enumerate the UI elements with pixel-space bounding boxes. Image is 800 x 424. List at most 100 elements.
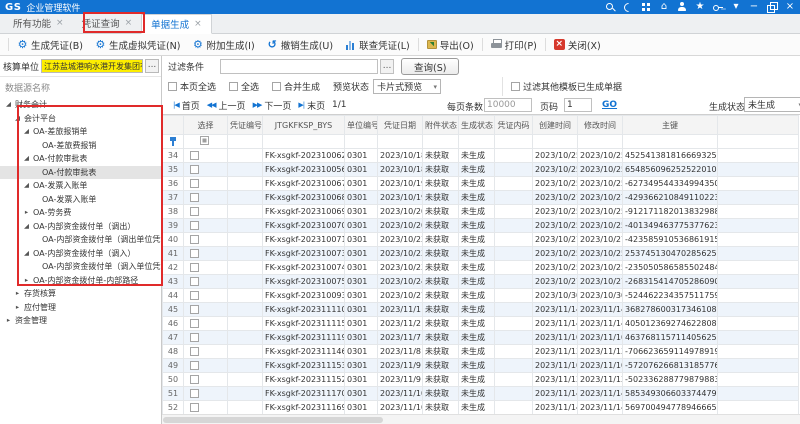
row-checkbox[interactable] (190, 277, 199, 286)
tree-node[interactable]: ◢OA-差旅报销单 (0, 125, 161, 139)
query-button[interactable]: 查询(S) (401, 58, 459, 75)
next-page-icon[interactable]: ▶▶ (253, 101, 262, 109)
row-checkbox[interactable] (190, 375, 199, 384)
accounting-unit-field[interactable]: 江苏盐城港响水港开发集团有限公司 (41, 59, 143, 73)
tree-node[interactable]: ◢OA-内部资金拨付单（调入） (0, 247, 161, 261)
tree-node[interactable]: OA-付款审批表 (0, 166, 161, 180)
select-all-checkbox[interactable] (229, 82, 238, 91)
merge-generate-checkbox[interactable] (272, 82, 281, 91)
table-row[interactable]: 43FK-xsgkf-20231007503012023/10/24未获取未生成… (163, 275, 799, 289)
column-header-创建时间[interactable]: 创建时间 (533, 116, 578, 135)
linked-query-voucher-button[interactable]: 联查凭证(L) (339, 38, 416, 52)
table-row[interactable]: 36FK-xsgkf-20231006703012023/10/19未获取未生成… (163, 177, 799, 191)
row-checkbox[interactable] (190, 179, 199, 188)
tree-expanded-icon[interactable]: ◢ (13, 112, 22, 126)
table-row[interactable]: 51FK-xsgkf-20231117003012023/11/10未获取未生成… (163, 387, 799, 401)
row-checkbox[interactable] (190, 361, 199, 370)
row-checkbox[interactable] (190, 263, 199, 272)
column-header-凭证内码[interactable]: 凭证内码 (495, 116, 533, 135)
prev-page-icon[interactable]: ◀◀ (207, 101, 216, 109)
tree-node[interactable]: ▸OA-内部资金拨付单-内部路径 (0, 274, 161, 288)
table-row[interactable]: 52FK-xsgkf-20231116903012023/11/10未获取未生成… (163, 401, 799, 415)
table-row[interactable]: 49FK-xsgkf-20231115303012023/11/9未获取未生成2… (163, 359, 799, 373)
tree-expanded-icon[interactable]: ◢ (22, 125, 31, 139)
tree-collapsed-icon[interactable]: ▸ (22, 274, 31, 288)
table-row[interactable]: 46FK-xsgkf-20231111503012023/11/2未获取未生成2… (163, 317, 799, 331)
go-link[interactable]: GO (602, 100, 617, 110)
tree-node[interactable]: OA-差旅费报销 (0, 139, 161, 153)
tree-node[interactable]: ▸资金管理 (0, 314, 161, 328)
tab-所有功能[interactable]: 所有功能× (4, 13, 73, 33)
tab-凭证查询[interactable]: 凭证查询× (73, 13, 142, 33)
column-header-主键[interactable]: 主键 (623, 116, 718, 135)
select-page-all-checkbox[interactable] (168, 82, 177, 91)
home-icon[interactable]: ⌂ (659, 2, 669, 12)
row-checkbox[interactable] (190, 389, 199, 398)
tab-close-icon[interactable]: × (125, 18, 133, 28)
row-checkbox[interactable] (190, 249, 199, 258)
table-row[interactable]: 35FK-xsgkf-20231005603012023/10/18未获取未生成… (163, 163, 799, 177)
filter-condition-picker-button[interactable]: ... (380, 59, 394, 74)
tree-node[interactable]: ◢会计平台 (0, 112, 161, 126)
row-checkbox[interactable] (190, 333, 199, 342)
row-checkbox[interactable] (190, 151, 199, 160)
tree-node[interactable]: ◢OA-内部资金拨付单（调出） (0, 220, 161, 234)
table-row[interactable]: 42FK-xsgkf-20231007403012023/10/23未获取未生成… (163, 261, 799, 275)
table-row[interactable]: 34FK-xsgkf-20231006203012023/10/18未获取未生成… (163, 149, 799, 163)
select-all-option[interactable]: 全选 (229, 80, 259, 93)
table-row[interactable]: 50FK-xsgkf-20231115203012023/11/9未获取未生成2… (163, 373, 799, 387)
key-icon[interactable] (713, 2, 723, 12)
tree-node[interactable]: ▸OA-劳务费 (0, 206, 161, 220)
tree-node[interactable]: ◢OA-发票入账单 (0, 179, 161, 193)
favorites-star-icon[interactable]: ★ (695, 2, 705, 12)
accounting-unit-picker-button[interactable]: ... (145, 59, 159, 73)
filter-generated-checkbox[interactable] (511, 82, 520, 91)
first-page-icon[interactable]: |◀ (173, 101, 179, 109)
tree-expanded-icon[interactable]: ◢ (22, 152, 31, 166)
preview-status-select[interactable]: 卡片式预览 ▾ (373, 79, 441, 94)
print-button[interactable]: 打印(P) (485, 38, 543, 52)
additional-generate-button[interactable]: ⚙附加生成(I) (186, 38, 260, 52)
generate-status-select[interactable]: 未生成 ▾ (744, 97, 800, 112)
undo-generate-button[interactable]: ↺撤销生成(U) (261, 38, 339, 52)
tree-collapsed-icon[interactable]: ▸ (4, 314, 13, 328)
select-page-all-option[interactable]: 本页全选 (168, 80, 216, 93)
table-row[interactable]: 38FK-xsgkf-20231006903012023/10/20未获取未生成… (163, 205, 799, 219)
tree-expanded-icon[interactable]: ◢ (22, 247, 31, 261)
tree-collapsed-icon[interactable]: ▸ (13, 301, 22, 315)
tab-close-icon[interactable]: × (194, 19, 202, 29)
grid-select-all-checkbox[interactable] (200, 136, 209, 145)
row-checkbox[interactable] (190, 305, 199, 314)
export-button[interactable]: 导出(O) (421, 38, 480, 52)
filter-condition-input[interactable] (220, 59, 378, 74)
tree-node[interactable]: ◢财务会计 (0, 98, 161, 112)
merge-generate-option[interactable]: 合并生成 (272, 80, 320, 93)
per-page-input[interactable]: 10000 (484, 98, 532, 112)
tree-node[interactable]: OA-内部资金拨付单（调出单位凭证） (0, 233, 161, 247)
close-icon[interactable]: × (785, 2, 795, 12)
splitter-handle[interactable] (160, 244, 164, 260)
tab-单据生成[interactable]: 单据生成× (141, 14, 212, 34)
minimize-icon[interactable]: − (749, 2, 759, 12)
tree-expanded-icon[interactable]: ◢ (22, 179, 31, 193)
prev-page-button[interactable]: 上一页 (219, 99, 246, 112)
column-header-凭证日期[interactable]: 凭证日期 (378, 116, 423, 135)
column-header-JTGKFKSP_BYS[interactable]: JTGKFKSP_BYS (263, 116, 345, 135)
tab-close-icon[interactable]: × (56, 18, 64, 28)
table-row[interactable]: 39FK-xsgkf-20231007003012023/10/20未获取未生成… (163, 219, 799, 233)
column-header-附件状态[interactable]: 附件状态 (423, 116, 459, 135)
table-row[interactable]: 41FK-xsgkf-20231007303012023/10/23未获取未生成… (163, 247, 799, 261)
horizontal-scrollbar[interactable] (162, 414, 800, 424)
column-header-单位编号[interactable]: 单位编号 (345, 116, 378, 135)
row-checkbox[interactable] (190, 347, 199, 356)
next-page-button[interactable]: 下一页 (264, 99, 291, 112)
dropdown-chevron-icon[interactable]: ▾ (731, 2, 741, 12)
filter-generated-option[interactable]: 过滤其他模板已生成单据 (502, 77, 622, 96)
close-module-button[interactable]: ×关闭(X) (548, 38, 607, 52)
tree-collapsed-icon[interactable]: ▸ (22, 206, 31, 220)
row-checkbox[interactable] (190, 403, 199, 412)
user-icon[interactable] (677, 2, 687, 12)
row-checkbox[interactable] (190, 165, 199, 174)
row-checkbox[interactable] (190, 235, 199, 244)
row-checkbox[interactable] (190, 221, 199, 230)
